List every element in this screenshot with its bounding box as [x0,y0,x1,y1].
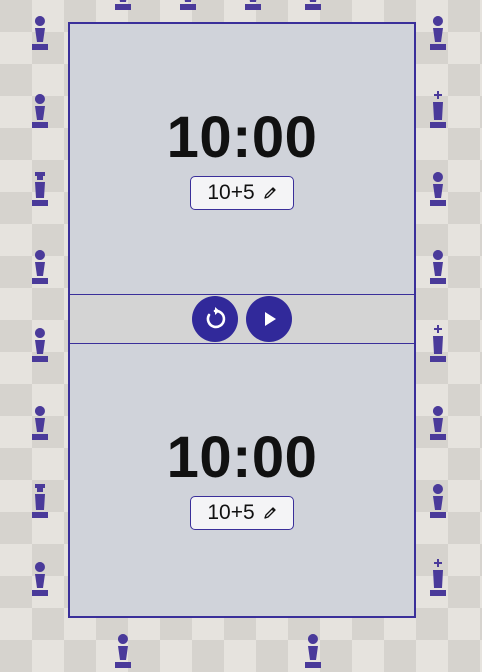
chess-piece-icon [430,250,446,284]
play-button[interactable] [246,296,292,342]
player-bottom-panel[interactable]: 10:00 10+5 [70,344,414,614]
player-bottom-time: 10:00 [166,425,318,490]
chess-piece-icon [245,0,261,10]
player-top-panel[interactable]: 10:00 10+5 [70,24,414,294]
reset-button[interactable] [192,296,238,342]
chess-piece-icon [32,562,48,596]
chess-piece-icon [180,0,196,10]
chess-piece-icon [430,16,446,50]
chess-piece-icon [32,406,48,440]
player-top-time-control-button[interactable]: 10+5 [190,176,294,210]
chess-piece-icon [32,250,48,284]
controls-bar [70,294,414,344]
chess-piece-icon [430,406,446,440]
chess-piece-icon [430,325,446,362]
chess-piece-icon [305,634,321,668]
chess-piece-icon [430,559,446,596]
player-bottom-time-control-button[interactable]: 10+5 [190,496,294,530]
chess-clock-frame: 10:00 10+5 10:00 10+5 [68,22,416,618]
chess-piece-icon [430,172,446,206]
chess-piece-icon [115,0,131,10]
chess-piece-icon [32,16,48,50]
player-top-time: 10:00 [166,105,318,170]
chess-piece-icon [430,484,446,518]
pencil-icon [264,507,276,519]
chess-piece-icon [32,94,48,128]
player-bottom-time-control-label: 10+5 [207,501,255,524]
player-top-time-control-label: 10+5 [207,181,255,204]
pencil-icon [264,187,276,199]
chess-piece-icon [115,634,131,668]
chess-piece-icon [32,328,48,362]
play-icon [265,312,276,326]
chess-piece-icon [305,0,321,10]
chess-piece-icon [32,172,48,206]
chess-piece-icon [430,91,446,128]
chess-piece-icon [32,484,48,518]
reset-icon [206,307,226,329]
